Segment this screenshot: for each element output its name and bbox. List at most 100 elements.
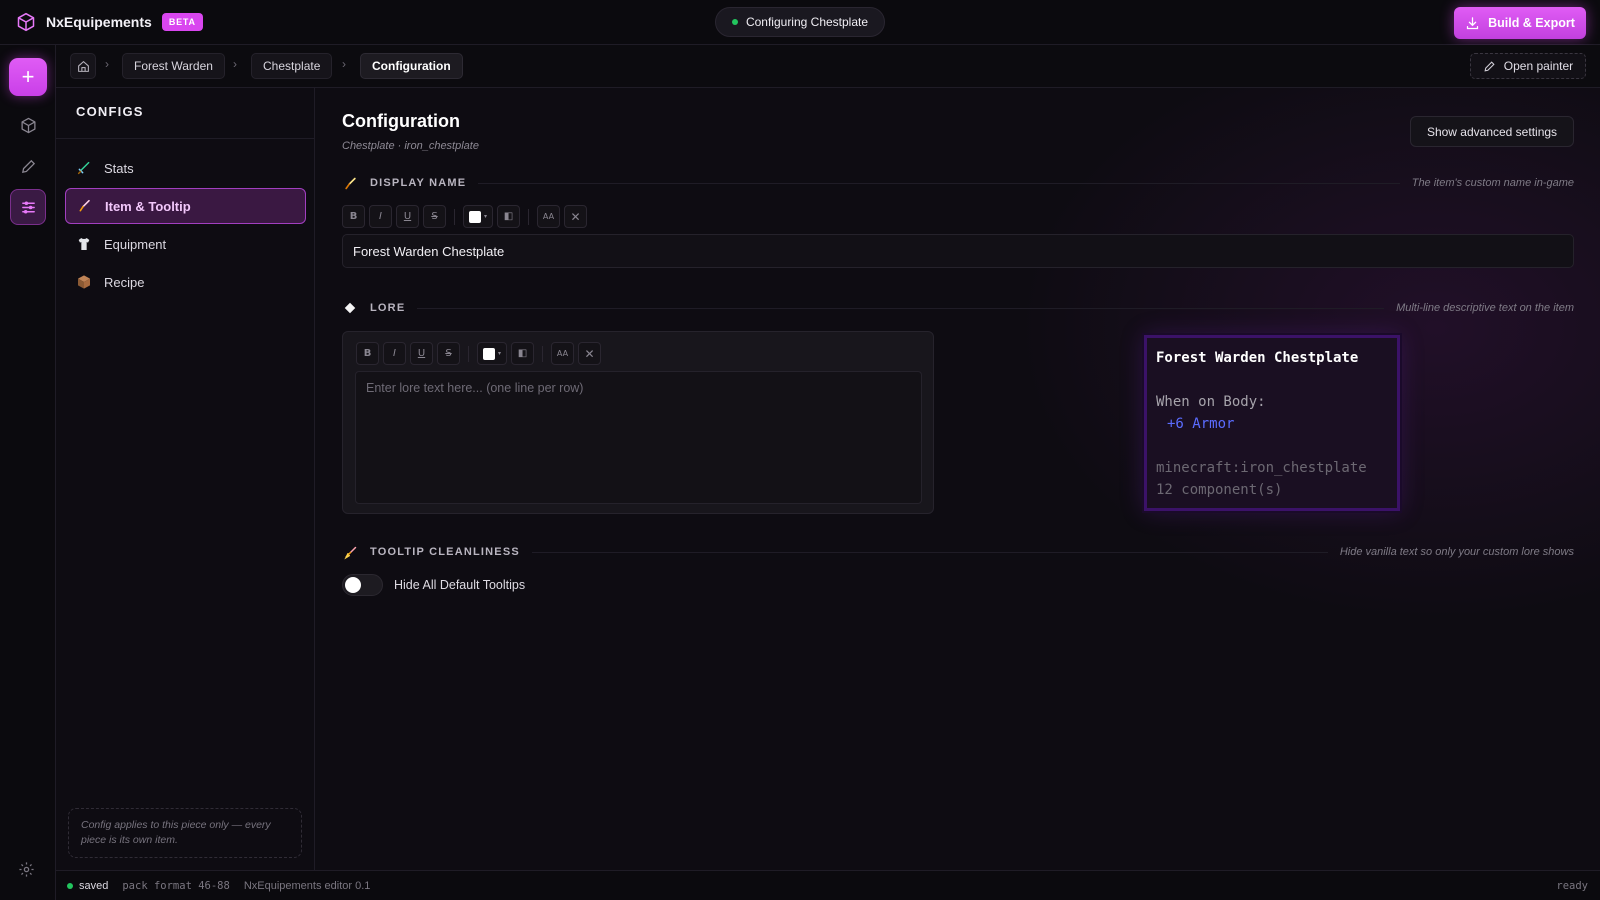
tooltip-spacer bbox=[1156, 369, 1388, 391]
lore-textarea[interactable]: Enter lore text here... (one line per ro… bbox=[355, 371, 922, 504]
color-picker-button[interactable]: ▾ bbox=[463, 205, 493, 228]
divider bbox=[468, 345, 469, 362]
gear-icon bbox=[19, 862, 34, 877]
pencil-icon bbox=[21, 159, 35, 173]
cube-icon bbox=[20, 117, 36, 133]
shirt-icon bbox=[78, 238, 90, 250]
cleanliness-section-header: TOOLTIP CLEANLINESS Hide vanilla text so… bbox=[342, 543, 1574, 561]
strikethrough-button[interactable]: S bbox=[437, 342, 460, 365]
chevron-right-icon: › bbox=[105, 57, 109, 71]
lore-section-header: LORE Multi-line descriptive text on the … bbox=[342, 299, 1574, 317]
contrast-icon: ◧ bbox=[503, 211, 514, 222]
main-panel: Configuration Chestplate · iron_chestpla… bbox=[316, 88, 1600, 870]
breadcrumb-forest-warden[interactable]: Forest Warden bbox=[122, 53, 225, 79]
status-dot bbox=[67, 882, 73, 889]
tooltip-preview: Forest Warden Chestplate When on Body: +… bbox=[1142, 333, 1402, 513]
brush-icon bbox=[79, 199, 90, 212]
sidebar-item-item-tooltip[interactable]: Item & Tooltip bbox=[65, 188, 306, 224]
build-export-label: Build & Export bbox=[1488, 16, 1575, 30]
tooltip-spacer bbox=[1156, 435, 1388, 457]
divider bbox=[56, 138, 315, 139]
sidebar-item-label: Equipment bbox=[104, 236, 167, 252]
italic-button[interactable]: I bbox=[369, 205, 392, 228]
broom-icon bbox=[342, 544, 358, 560]
configs-sidebar: CONFIGS Stats Item & Tooltip Equipment R… bbox=[56, 88, 315, 870]
add-button[interactable]: + bbox=[9, 58, 47, 96]
sidebar-item-stats[interactable]: Stats bbox=[65, 150, 306, 186]
gradient-button[interactable]: ◧ bbox=[497, 205, 520, 228]
home-button[interactable] bbox=[70, 53, 96, 79]
display-name-section-header: DISPLAY NAME The item's custom name in-g… bbox=[342, 174, 1574, 192]
underline-button[interactable]: U bbox=[410, 342, 433, 365]
rail-cube-button[interactable] bbox=[10, 107, 46, 143]
divider bbox=[542, 345, 543, 362]
font-size-button[interactable]: AA bbox=[537, 205, 560, 228]
open-painter-label: Open painter bbox=[1503, 59, 1574, 73]
hide-default-tooltips-toggle[interactable] bbox=[342, 574, 383, 596]
gradient-button[interactable]: ◧ bbox=[511, 342, 534, 365]
divider bbox=[417, 307, 1385, 309]
pencil-icon bbox=[1484, 60, 1495, 72]
underline-button[interactable]: U bbox=[396, 205, 419, 228]
diamond-icon bbox=[342, 300, 358, 316]
ready-state: ready bbox=[1556, 880, 1588, 892]
top-bar: NxEquipements BETA Configuring Chestplat… bbox=[0, 0, 1600, 45]
open-painter-button[interactable]: Open painter bbox=[1470, 53, 1586, 79]
app-name: NxEquipements bbox=[46, 14, 152, 30]
breadcrumb-chestplate[interactable]: Chestplate bbox=[251, 53, 333, 79]
cube-logo-icon bbox=[17, 12, 35, 32]
plus-icon: + bbox=[21, 64, 35, 89]
close-icon: ✕ bbox=[584, 346, 595, 361]
home-icon bbox=[77, 60, 89, 72]
font-size-button[interactable]: AA bbox=[551, 342, 574, 365]
build-export-button[interactable]: Build & Export bbox=[1454, 7, 1586, 39]
bold-button[interactable]: B bbox=[356, 342, 379, 365]
color-swatch bbox=[468, 210, 481, 223]
chevron-right-icon: › bbox=[342, 57, 346, 71]
lore-editor-panel: B I U S ▾ ◧ AA ✕ Enter lore text here...… bbox=[342, 331, 934, 514]
settings-button[interactable] bbox=[18, 861, 35, 881]
download-icon bbox=[1466, 16, 1479, 29]
clear-format-button[interactable]: ✕ bbox=[578, 342, 601, 365]
tooltip-slot-line: When on Body: bbox=[1156, 394, 1266, 410]
sword-icon bbox=[77, 161, 90, 175]
bold-button[interactable]: B bbox=[342, 205, 365, 228]
crate-icon bbox=[78, 275, 90, 289]
beta-badge: BETA bbox=[161, 13, 203, 31]
display-name-toolbar: B I U S ▾ ◧ AA ✕ bbox=[342, 205, 587, 228]
section-title: LORE bbox=[370, 302, 406, 314]
app-logo[interactable]: NxEquipements BETA bbox=[16, 12, 203, 32]
sidebar-item-equipment[interactable]: Equipment bbox=[65, 226, 306, 262]
section-hint: The item's custom name in-game bbox=[1411, 177, 1574, 189]
sidebar-title: CONFIGS bbox=[76, 104, 144, 119]
clear-format-button[interactable]: ✕ bbox=[564, 205, 587, 228]
status-pill: Configuring Chestplate bbox=[715, 7, 885, 37]
sidebar-item-label: Recipe bbox=[104, 274, 145, 290]
toggle-label: Hide All Default Tooltips bbox=[394, 578, 526, 592]
italic-button[interactable]: I bbox=[383, 342, 406, 365]
editor-version: NxEquipements editor 0.1 bbox=[243, 879, 371, 892]
tooltip-id-line: minecraft:iron_chestplate bbox=[1156, 460, 1367, 476]
saved-text: saved bbox=[79, 879, 109, 892]
status-dot bbox=[731, 19, 738, 25]
sidebar-item-label: Stats bbox=[104, 160, 134, 176]
status-text: Configuring Chestplate bbox=[745, 15, 869, 29]
sliders-icon bbox=[21, 200, 35, 214]
color-swatch bbox=[482, 347, 495, 360]
strikethrough-button[interactable]: S bbox=[423, 205, 446, 228]
chevron-down-icon: ▾ bbox=[483, 213, 487, 220]
rail-sliders-button[interactable] bbox=[10, 189, 46, 225]
divider bbox=[454, 208, 455, 225]
rail-pencil-button[interactable] bbox=[10, 148, 46, 184]
display-name-input[interactable]: Forest Warden Chestplate bbox=[342, 234, 1574, 268]
section-title: DISPLAY NAME bbox=[370, 177, 467, 189]
breadcrumb-configuration[interactable]: Configuration bbox=[360, 53, 463, 79]
sidebar-item-recipe[interactable]: Recipe bbox=[65, 264, 306, 300]
divider bbox=[528, 208, 529, 225]
tooltip-components-line: 12 component(s) bbox=[1156, 482, 1283, 498]
show-advanced-button[interactable]: Show advanced settings bbox=[1410, 116, 1574, 147]
tooltip-stat-line: +6 Armor bbox=[1167, 416, 1235, 432]
section-title: TOOLTIP CLEANLINESS bbox=[370, 546, 520, 558]
pack-format: pack format 46-88 bbox=[122, 879, 230, 892]
color-picker-button[interactable]: ▾ bbox=[477, 342, 507, 365]
